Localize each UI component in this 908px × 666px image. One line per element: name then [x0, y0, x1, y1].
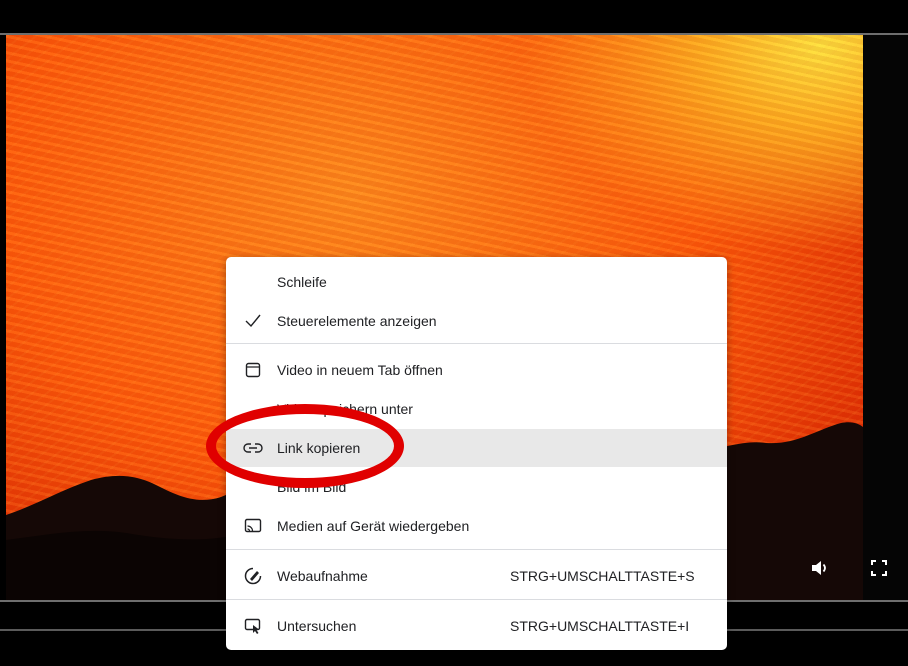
menu-item-show-controls[interactable]: Steuerelemente anzeigen — [226, 302, 727, 340]
top-bar — [0, 0, 908, 33]
new-tab-icon — [243, 360, 263, 380]
web-capture-icon — [243, 566, 263, 586]
menu-separator — [226, 343, 727, 344]
menu-separator — [226, 549, 727, 550]
video-letterbox-right — [863, 35, 908, 602]
fullscreen-icon — [871, 560, 887, 576]
menu-item-inspect[interactable]: Untersuchen STRG+UMSCHALTTASTE+I — [226, 607, 727, 645]
context-menu: Schleife Steuerelemente anzeigen Video i… — [226, 257, 727, 650]
menu-separator — [226, 599, 727, 600]
speaker-icon — [812, 561, 826, 575]
menu-item-web-capture[interactable]: Webaufnahme STRG+UMSCHALTTASTE+S — [226, 557, 727, 595]
cast-icon — [243, 516, 263, 536]
menu-item-copy-link[interactable]: Link kopieren — [226, 429, 727, 467]
volume-button[interactable] — [807, 555, 833, 581]
checkmark-icon — [243, 311, 263, 331]
link-icon — [243, 438, 263, 458]
menu-item-loop[interactable]: Schleife — [226, 263, 727, 301]
shortcut-web-capture: STRG+UMSCHALTTASTE+S — [510, 568, 695, 584]
menu-item-open-in-new-tab[interactable]: Video in neuem Tab öffnen — [226, 351, 727, 389]
shortcut-inspect: STRG+UMSCHALTTASTE+I — [510, 618, 690, 634]
fullscreen-button[interactable] — [866, 555, 892, 581]
menu-item-cast-media[interactable]: Medien auf Gerät wiedergeben — [226, 507, 727, 545]
menu-item-save-video-as[interactable]: Video speichern unter — [226, 390, 727, 428]
inspect-icon — [243, 616, 263, 636]
menu-item-picture-in-picture[interactable]: Bild im Bild — [226, 468, 727, 506]
